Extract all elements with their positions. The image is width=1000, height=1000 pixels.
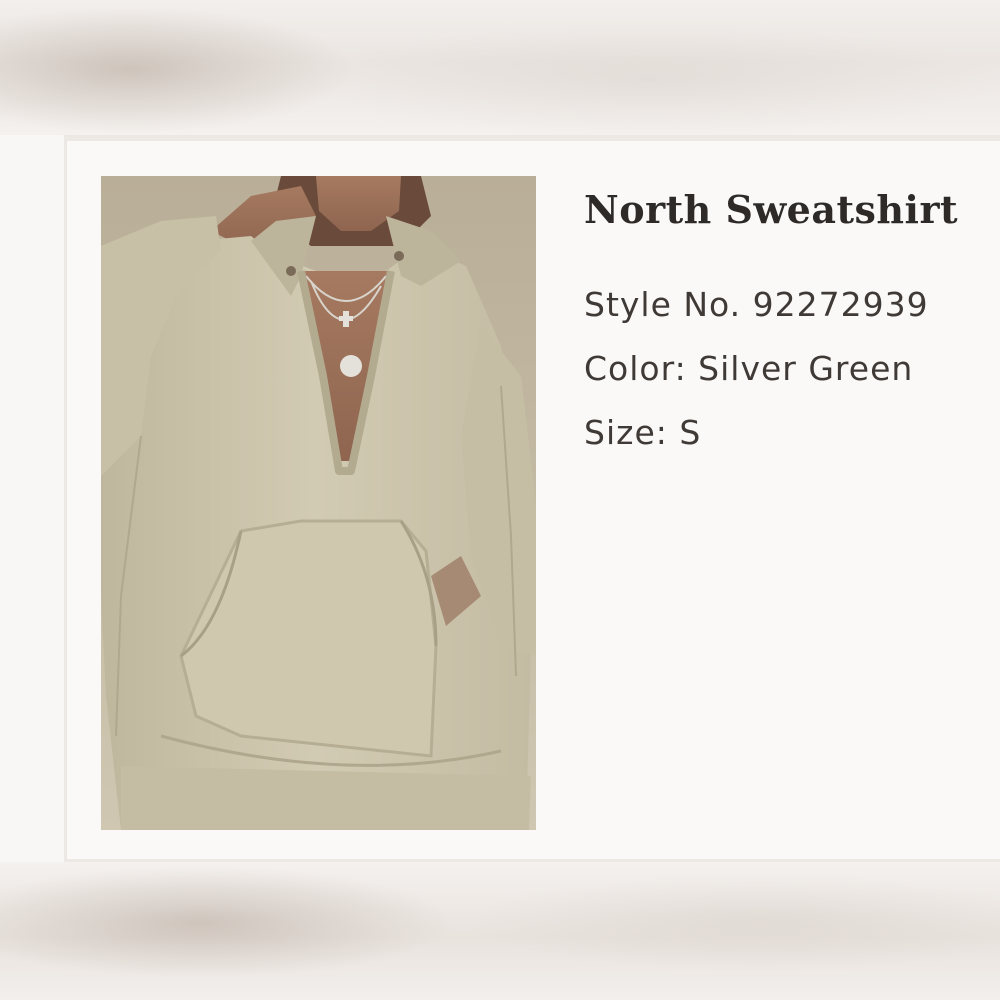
background-bottom-blur bbox=[0, 862, 1000, 1000]
style-number: Style No. 92272939 bbox=[584, 285, 929, 324]
background-top-blur bbox=[0, 0, 1000, 135]
product-photo[interactable] bbox=[101, 176, 536, 830]
left-margin-strip bbox=[0, 135, 64, 862]
size-label: Size: S bbox=[584, 413, 702, 452]
product-card: North Sweatshirt Style No. 92272939 Colo… bbox=[64, 135, 1000, 862]
sweatshirt-illustration bbox=[101, 176, 536, 830]
product-title: North Sweatshirt bbox=[584, 187, 959, 232]
product-info: North Sweatshirt Style No. 92272939 Colo… bbox=[584, 181, 994, 465]
color-label: Color: Silver Green bbox=[584, 349, 914, 388]
